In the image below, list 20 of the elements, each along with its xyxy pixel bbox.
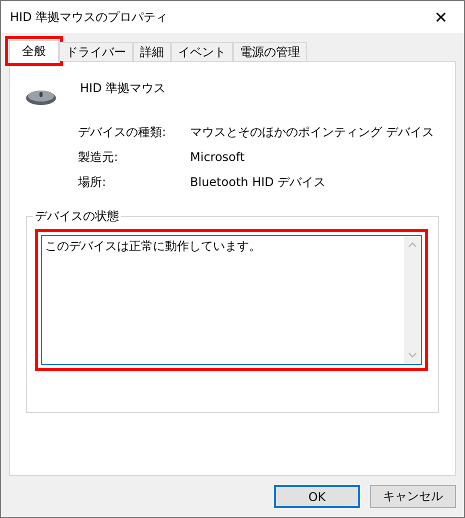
- dialog-button[interactable]: OK: [274, 485, 360, 508]
- tab[interactable]: ドライバー: [59, 42, 133, 61]
- property-value: Bluetooth HID デバイス: [190, 174, 327, 190]
- dialog-button[interactable]: キャンセル: [370, 485, 456, 508]
- scroll-down-icon[interactable]: [408, 352, 417, 358]
- device-name: HID 準拠マウス: [80, 80, 166, 96]
- property-value: Microsoft: [190, 149, 246, 165]
- group-title: デバイスの状態: [34, 208, 120, 225]
- scroll-up-icon[interactable]: [408, 242, 417, 248]
- tab[interactable]: 詳細: [133, 42, 171, 61]
- property-label: 場所:: [78, 174, 108, 190]
- status-text-box[interactable]: このデバイスは正常に動作しています。: [41, 235, 422, 365]
- property-value: マウスとそのほかのポインティング デバイス: [190, 124, 435, 140]
- tab[interactable]: イベント: [171, 42, 233, 61]
- property-label: 製造元:: [78, 149, 120, 165]
- tab[interactable]: 電源の管理: [233, 42, 307, 61]
- property-label: デバイスの種類:: [78, 124, 168, 140]
- window-title: HID 準拠マウスのプロパティ: [10, 8, 168, 26]
- status-text: このデバイスは正常に動作しています。: [44, 238, 262, 255]
- close-button[interactable]: ✕: [418, 1, 464, 33]
